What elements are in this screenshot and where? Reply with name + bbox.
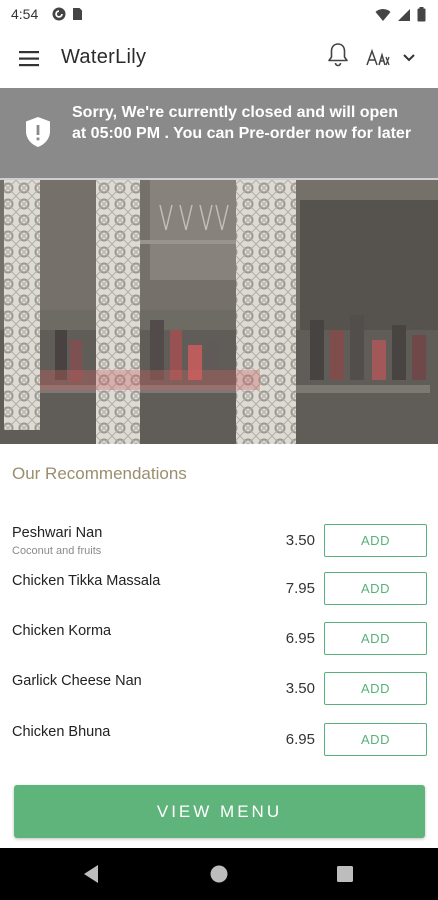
battery-icon xyxy=(417,7,426,22)
status-right-icons xyxy=(375,7,426,22)
item-description: Coconut and fruits xyxy=(12,545,102,557)
app-bar: WaterLily xyxy=(0,30,438,88)
add-button[interactable]: ADD xyxy=(324,572,427,605)
back-icon[interactable] xyxy=(82,864,100,884)
item-name: Chicken Bhuna xyxy=(12,724,111,740)
menu-button[interactable] xyxy=(16,46,44,72)
item-price: 7.95 xyxy=(285,580,315,597)
sim-card-icon xyxy=(73,8,82,20)
status-time: 4:54 xyxy=(11,6,39,22)
bell-icon xyxy=(328,43,348,67)
pocket-casts-icon xyxy=(52,7,66,21)
item-name: Chicken Tikka Massala xyxy=(12,573,161,589)
item-name: Peshwari Nan xyxy=(12,525,103,541)
list-item: Peshwari Nan Coconut and fruits 3.50 ADD xyxy=(0,520,438,570)
list-item: Chicken Korma 6.95 ADD xyxy=(0,618,438,668)
list-item: Chicken Bhuna 6.95 ADD xyxy=(0,719,438,769)
chevron-down-icon xyxy=(403,54,415,62)
add-button[interactable]: ADD xyxy=(324,672,427,705)
notifications-button[interactable] xyxy=(326,42,352,70)
wifi-icon xyxy=(375,8,391,21)
status-bar: 4:54 xyxy=(0,0,438,30)
view-menu-button[interactable]: VIEW MENU xyxy=(14,785,425,838)
signal-icon xyxy=(398,8,410,21)
recent-apps-icon[interactable] xyxy=(337,866,353,882)
item-price: 6.95 xyxy=(285,630,315,647)
recommendations-title: Our Recommendations xyxy=(12,464,187,483)
language-icon xyxy=(366,48,390,66)
language-selector[interactable] xyxy=(364,44,424,72)
item-name: Garlick Cheese Nan xyxy=(12,673,142,689)
item-price: 3.50 xyxy=(285,680,315,697)
home-icon[interactable] xyxy=(209,864,229,884)
restaurant-hero-image xyxy=(0,180,438,444)
shield-alert-icon xyxy=(26,117,50,147)
status-left-icons xyxy=(52,7,83,21)
add-button[interactable]: ADD xyxy=(324,524,427,557)
closed-banner: Sorry, We're currently closed and will o… xyxy=(0,88,438,180)
hamburger-menu-icon xyxy=(19,51,39,67)
list-item: Garlick Cheese Nan 3.50 ADD xyxy=(0,668,438,718)
closed-banner-text: Sorry, We're currently closed and will o… xyxy=(72,104,412,142)
list-item: Chicken Tikka Massala 7.95 ADD xyxy=(0,568,438,618)
system-nav-bar xyxy=(0,848,438,900)
add-button[interactable]: ADD xyxy=(324,723,427,756)
restaurant-bar-photo xyxy=(0,180,438,444)
item-price: 3.50 xyxy=(285,532,315,549)
app-title: WaterLily xyxy=(61,46,147,68)
item-price: 6.95 xyxy=(285,731,315,748)
item-name: Chicken Korma xyxy=(12,623,112,639)
add-button[interactable]: ADD xyxy=(324,622,427,655)
